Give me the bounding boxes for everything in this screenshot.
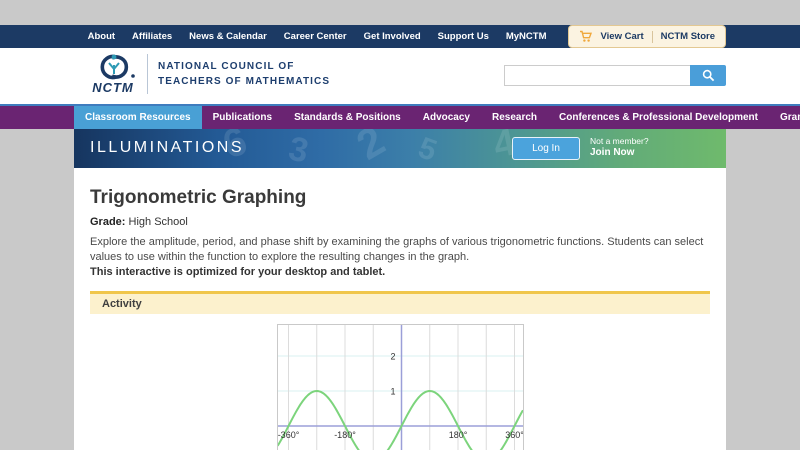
svg-text:180°: 180°	[448, 430, 467, 440]
activity-section-header[interactable]: Activity	[90, 291, 710, 314]
nav-grants-awards[interactable]: Grants & Awards	[769, 106, 800, 129]
main-navigation: Classroom Resources Publications Standar…	[0, 104, 800, 129]
optimization-note: This interactive is optimized for your d…	[90, 266, 386, 278]
toplink-get-involved[interactable]: Get Involved	[364, 31, 421, 42]
site-header: NCTM NATIONAL COUNCIL OF TEACHERS OF MAT…	[0, 48, 800, 104]
svg-text:360°: 360°	[505, 430, 523, 440]
view-cart-link[interactable]: View Cart	[601, 31, 644, 42]
log-in-button[interactable]: Log In	[512, 137, 580, 160]
nav-classroom-resources[interactable]: Classroom Resources	[74, 106, 202, 129]
toplink-mynctm[interactable]: MyNCTM	[506, 31, 547, 42]
search-icon	[702, 69, 714, 82]
sine-curve-chart: -360°-180°180°360°21-1	[277, 325, 523, 450]
cart-box-divider	[651, 30, 653, 43]
grade-label: Grade:	[90, 216, 126, 228]
logo-acronym: NCTM	[92, 80, 134, 95]
page-title: Trigonometric Graphing	[90, 187, 307, 208]
toplink-affiliates[interactable]: Affiliates	[132, 31, 172, 42]
illuminations-banner: 6 3 2 5 4 ILLUMINATIONS Log In Not a mem…	[74, 129, 726, 168]
toplink-career-center[interactable]: Career Center	[284, 31, 347, 42]
svg-text:-360°: -360°	[278, 430, 300, 440]
org-name: NATIONAL COUNCIL OF TEACHERS OF MATHEMAT…	[158, 60, 331, 87]
nav-standards-positions[interactable]: Standards & Positions	[283, 106, 412, 129]
illuminations-title: ILLUMINATIONS	[90, 139, 244, 156]
nctm-logo-icon	[100, 54, 135, 80]
svg-text:2: 2	[390, 352, 395, 362]
join-now-link[interactable]: Join Now	[590, 147, 649, 158]
nav-conferences-pd[interactable]: Conferences & Professional Development	[548, 106, 769, 129]
toplink-about[interactable]: About	[88, 31, 115, 42]
nctm-store-link[interactable]: NCTM Store	[661, 31, 715, 42]
activity-header-label: Activity	[102, 298, 142, 310]
search-bar	[504, 65, 726, 86]
grade-value: High School	[128, 216, 188, 228]
utility-bar: About Affiliates News & Calendar Career …	[0, 25, 800, 48]
nav-research[interactable]: Research	[481, 106, 548, 129]
nctm-logo[interactable]: NCTM NATIONAL COUNCIL OF TEACHERS OF MAT…	[85, 52, 330, 95]
search-input[interactable]	[504, 65, 690, 86]
description-text: Explore the amplitude, period, and phase…	[90, 236, 704, 263]
banner-decoration-digit: 5	[414, 131, 441, 168]
main-content: Trigonometric Graphing Grade: High Schoo…	[74, 168, 726, 450]
toplink-support-us[interactable]: Support Us	[438, 31, 489, 42]
search-button[interactable]	[690, 65, 726, 86]
svg-text:1: 1	[390, 387, 395, 397]
grade-line: Grade: High School	[90, 216, 710, 228]
cart-store-box: View Cart NCTM Store	[567, 25, 726, 48]
banner-decoration-digit: 3	[285, 129, 312, 168]
toplink-news-calendar[interactable]: News & Calendar	[189, 31, 267, 42]
banner-decoration-digit: 2	[348, 129, 393, 168]
logo-divider	[147, 53, 148, 94]
cart-icon	[579, 30, 592, 42]
trig-graph-interactive[interactable]: -360°-180°180°360°21-1	[276, 324, 524, 450]
svg-text:-180°: -180°	[334, 430, 356, 440]
nav-advocacy[interactable]: Advocacy	[412, 106, 481, 129]
nav-publications[interactable]: Publications	[202, 106, 283, 129]
member-prompt: Not a member?	[590, 136, 649, 146]
